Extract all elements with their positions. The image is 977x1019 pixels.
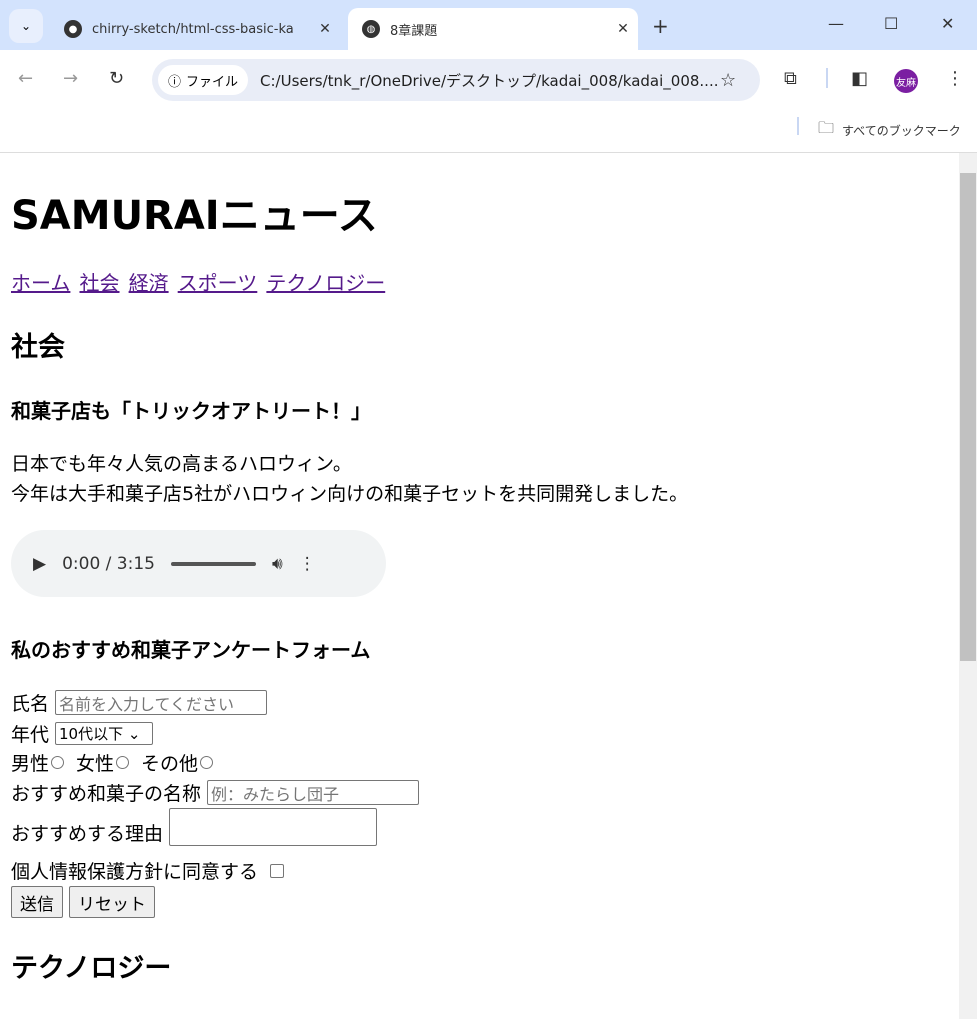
extensions-icon[interactable]: ⧉	[784, 68, 797, 89]
age-select[interactable]: 10代以下 ⌄	[55, 722, 154, 745]
folder-icon: 🗀	[818, 118, 835, 137]
more-options-icon[interactable]: ⋮	[299, 554, 316, 574]
tab-github[interactable]: ● chirry-sketch/html-css-basic-ka ✕	[50, 8, 340, 50]
toolbar: ← → ↻ ⓘ ファイル C:/Users/tnk_r/OneDrive/デスクト…	[0, 50, 977, 110]
agree-checkbox[interactable]	[270, 863, 285, 878]
info-icon: ⓘ	[168, 74, 182, 90]
section-heading: 社会	[11, 332, 65, 363]
name-input[interactable]: 名前を入力してください	[55, 690, 268, 715]
globe-icon: ◍	[362, 20, 380, 38]
side-panel-icon[interactable]: ◧	[851, 68, 868, 89]
scrollbar-thumb[interactable]	[960, 173, 976, 661]
gender-radio-male[interactable]	[51, 756, 65, 769]
article-body: 日本でも年々人気の高まるハロウィン。 今年は大手和菓子店5社がハロウィン向けの和…	[11, 453, 689, 505]
nav-link-technology[interactable]: テクノロジー	[266, 271, 385, 295]
reload-button[interactable]: ↻	[109, 68, 124, 89]
site-info-chip[interactable]: ⓘ ファイル	[158, 65, 249, 95]
sweet-name-input[interactable]: 例：みたらし団子	[207, 780, 420, 805]
tab-search-button[interactable]: ⌄	[9, 9, 43, 43]
submit-button[interactable]: 送信	[11, 886, 63, 918]
back-button[interactable]: ←	[18, 68, 33, 89]
audio-time: 0:00 / 3:15	[62, 553, 155, 574]
nav-link-society[interactable]: 社会	[80, 271, 120, 295]
address-bar[interactable]: ⓘ ファイル C:/Users/tnk_r/OneDrive/デスクトップ/kad…	[152, 59, 760, 101]
nav-link-economy[interactable]: 経済	[129, 271, 169, 295]
article-title: 和菓子店も「トリックオアトリート！」	[11, 399, 371, 423]
minimize-button[interactable]: —	[828, 14, 844, 33]
main-nav: ホーム 社会 経済 スポーツ テクノロジー	[11, 267, 389, 296]
volume-icon[interactable]: 🔊︎	[272, 554, 283, 574]
section-heading-technology: テクノロジー	[11, 953, 172, 984]
play-icon[interactable]: ▶	[33, 554, 46, 574]
gender-radio-other[interactable]	[200, 756, 214, 769]
toolbar-divider	[826, 68, 828, 88]
reset-button[interactable]: リセット	[69, 886, 155, 918]
page-content: SAMURAIニュース ホーム 社会 経済 スポーツ テクノロジー 社会 和菓子…	[0, 153, 959, 1019]
bookmark-divider	[797, 117, 799, 135]
age-label: 年代	[11, 724, 50, 746]
gender-radio-group: 男性 女性 その他	[11, 749, 223, 776]
menu-icon[interactable]: ⋮	[946, 68, 964, 89]
page-title: SAMURAIニュース	[11, 193, 378, 239]
maximize-button[interactable]: ☐	[884, 14, 898, 33]
avatar[interactable]: 友麻	[894, 69, 918, 93]
bookmark-star-icon[interactable]: ☆	[720, 70, 760, 91]
github-icon: ●	[64, 20, 82, 38]
agree-label: 個人情報保護方針に同意する	[11, 861, 259, 883]
all-bookmarks-button[interactable]: 🗀 すべてのブックマーク	[818, 117, 961, 144]
audio-player[interactable]: ▶ 0:00 / 3:15 🔊︎ ⋮	[11, 530, 386, 597]
url-text[interactable]: C:/Users/tnk_r/OneDrive/デスクトップ/kadai_008…	[260, 70, 720, 91]
gender-radio-female[interactable]	[116, 756, 130, 769]
nav-link-home[interactable]: ホーム	[11, 271, 70, 295]
tab-strip: ⌄ ● chirry-sketch/html-css-basic-ka ✕ ◍ …	[0, 0, 977, 50]
reason-label: おすすめする理由	[11, 823, 164, 845]
name-label: 氏名	[11, 693, 50, 715]
close-tab-icon[interactable]: ✕	[310, 21, 340, 37]
reason-textarea[interactable]	[169, 808, 378, 846]
close-tab-icon[interactable]: ✕	[608, 21, 638, 37]
audio-seek-slider[interactable]	[170, 561, 256, 566]
sweet-label: おすすめ和菓子の名称	[11, 783, 202, 805]
close-window-button[interactable]: ✕	[941, 14, 954, 33]
new-tab-button[interactable]: +	[652, 14, 669, 38]
form-title: 私のおすすめ和菓子アンケートフォーム	[11, 638, 371, 662]
forward-button[interactable]: →	[63, 68, 78, 89]
nav-link-sports[interactable]: スポーツ	[178, 271, 258, 295]
tab-active[interactable]: ◍ 8章課題 ✕	[348, 8, 638, 50]
